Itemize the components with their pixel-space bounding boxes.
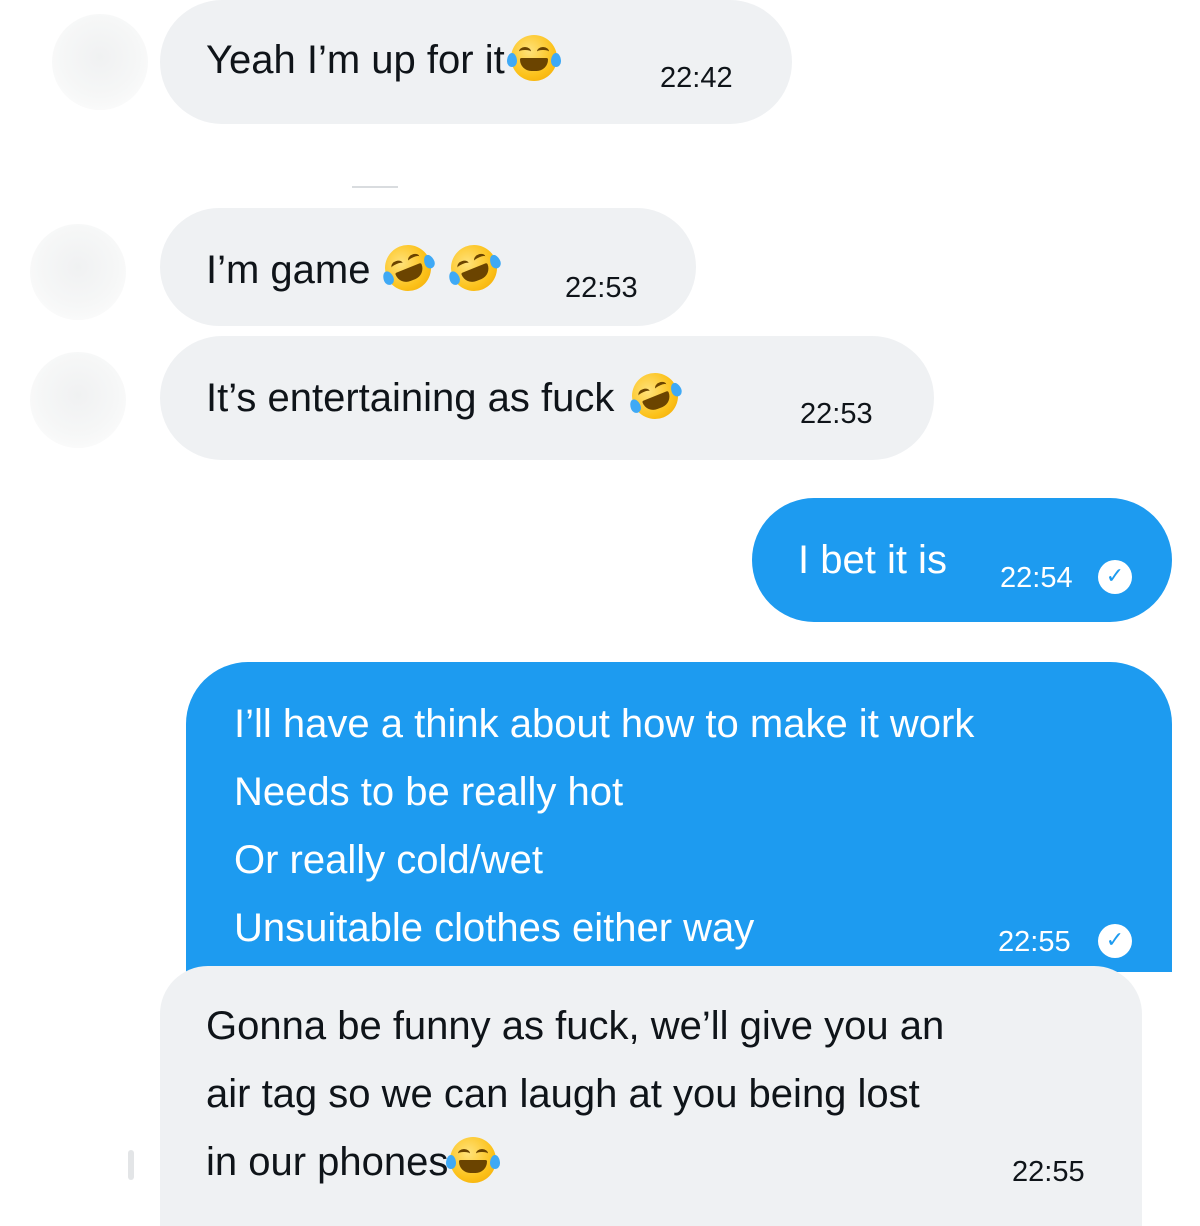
- message-text: It’s entertaining as fuck: [206, 376, 615, 420]
- message-text: I’ll have a think about how to make it w…: [234, 702, 975, 746]
- message-timestamp: 22:53: [565, 272, 638, 304]
- outgoing-message-bubble[interactable]: I bet it is 22:54 ✓: [752, 498, 1172, 622]
- incoming-message-bubble[interactable]: I’m game 22:53: [160, 208, 696, 326]
- rolling-on-floor-laughing-icon: [377, 238, 438, 298]
- incoming-message-bubble[interactable]: It’s entertaining as fuck 22:53: [160, 336, 934, 460]
- message-text: Or really cold/wet: [234, 838, 543, 882]
- rolling-on-floor-laughing-icon: [625, 366, 686, 426]
- scroll-marker: [128, 1150, 134, 1180]
- incoming-message-bubble[interactable]: Gonna be funny as fuck, we’ll give you a…: [160, 966, 1142, 1226]
- outgoing-message-bubble[interactable]: I’ll have a think about how to make it w…: [186, 662, 1172, 972]
- face-with-tears-of-joy-icon: [446, 1137, 501, 1183]
- incoming-message-bubble[interactable]: Yeah I’m up for it 22:42: [160, 0, 792, 124]
- message-timestamp: 22:55: [1012, 1156, 1085, 1188]
- message-timestamp: 22:54: [1000, 562, 1073, 594]
- face-with-tears-of-joy-icon: [506, 35, 561, 81]
- message-text: Needs to be really hot: [234, 770, 624, 814]
- avatar[interactable]: [30, 224, 126, 320]
- message-text: Gonna be funny as fuck, we’ll give you a…: [206, 1004, 945, 1048]
- read-check-icon: ✓: [1098, 560, 1132, 594]
- message-timestamp: 22:55: [998, 926, 1071, 958]
- message-text: air tag so we can laugh at you being los…: [206, 1072, 920, 1116]
- avatar[interactable]: [52, 14, 148, 110]
- message-text: I’m game: [206, 248, 371, 292]
- message-text: in our phones: [206, 1140, 449, 1184]
- message-text: I bet it is: [798, 538, 947, 582]
- avatar[interactable]: [30, 352, 126, 448]
- divider: [352, 186, 398, 188]
- message-text: Yeah I’m up for it: [206, 38, 505, 82]
- message-timestamp: 22:42: [660, 62, 733, 94]
- read-check-icon: ✓: [1098, 924, 1132, 958]
- message-timestamp: 22:53: [800, 398, 873, 430]
- message-text: Unsuitable clothes either way: [234, 906, 755, 950]
- rolling-on-floor-laughing-icon: [443, 238, 504, 298]
